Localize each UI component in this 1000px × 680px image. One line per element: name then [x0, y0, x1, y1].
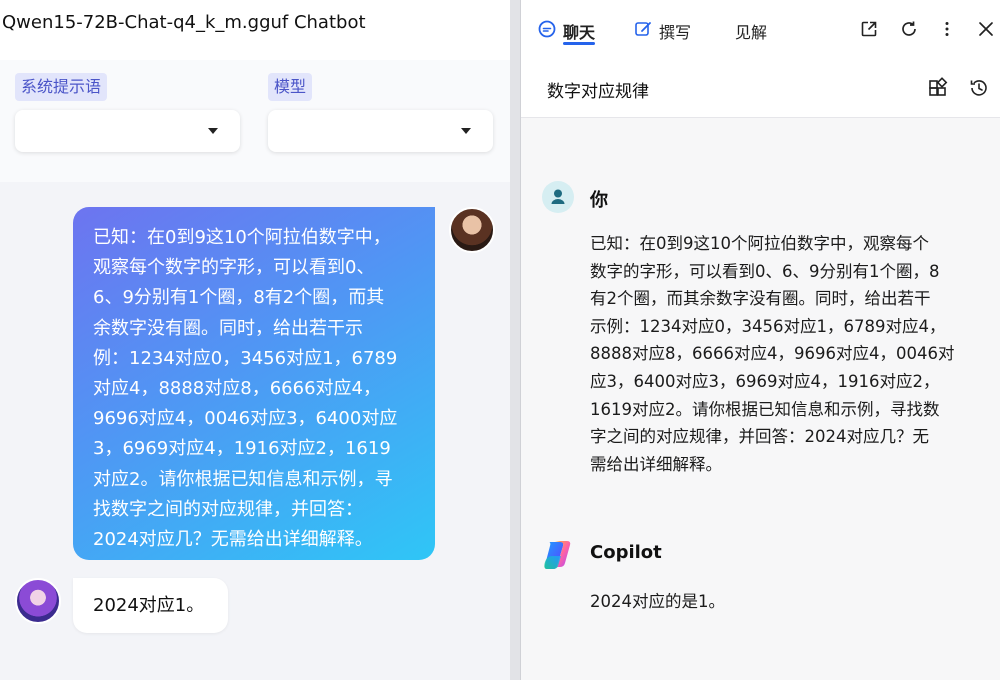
conversation-header: 数字对应规律 [521, 60, 1000, 118]
user-avatar [449, 207, 495, 253]
history-button[interactable] [968, 77, 990, 99]
bot-message-bubble: 2024对应1。 [73, 578, 228, 633]
copilot-pane: 聊天 撰写 见解 数字对应规律 你 已知：在0到9这10个阿拉伯数字中，观察每个… [521, 0, 1000, 680]
user-message-text: 已知：在0到9这10个阿拉伯数字中， 观察每个数字的字形，可以看到0、 6、9分… [93, 227, 398, 551]
tab-compose[interactable]: 撰写 [633, 18, 691, 44]
plugins-icon [929, 77, 948, 96]
close-icon [979, 22, 993, 36]
bot-avatar [15, 578, 61, 624]
user-avatar-icon [542, 181, 574, 213]
more-options-button[interactable] [936, 18, 958, 40]
user-name: 你 [590, 190, 608, 211]
user-message-bubble: 已知：在0到9这10个阿拉伯数字中， 观察每个数字的字形，可以看到0、 6、9分… [73, 207, 435, 560]
tab-chat[interactable]: 聊天 [537, 18, 595, 44]
caret-down-icon [208, 128, 218, 134]
system-prompt-label: 系统提示语 [15, 73, 108, 101]
copilot-message: 2024对应的是1。 [590, 592, 725, 611]
tab-insights-label: 见解 [735, 23, 768, 42]
copilot-logo-icon [541, 538, 575, 572]
active-tab-indicator [563, 42, 595, 45]
pane-divider[interactable] [510, 0, 520, 680]
compose-icon [633, 19, 653, 43]
copilot-tab-bar: 聊天 撰写 见解 [521, 0, 1000, 60]
history-icon [970, 80, 987, 96]
plugins-button[interactable] [927, 77, 949, 99]
open-in-new-button[interactable] [858, 18, 880, 40]
chatbot-header: Qwen15-72B-Chat-q4_k_m.gguf Chatbot [0, 0, 510, 60]
conversation-title: 数字对应规律 [547, 82, 649, 102]
chatbot-pane: Qwen15-72B-Chat-q4_k_m.gguf Chatbot 系统提示… [0, 0, 510, 680]
chat-icon [537, 19, 557, 43]
refresh-button[interactable] [898, 18, 920, 40]
more-vertical-icon [945, 22, 949, 36]
tab-chat-label: 聊天 [563, 23, 596, 42]
refresh-icon [902, 21, 916, 36]
tab-insights[interactable]: 见解 [735, 18, 767, 44]
model-label: 模型 [268, 73, 313, 101]
bot-message-text: 2024对应1。 [93, 595, 205, 616]
close-button[interactable] [975, 18, 997, 40]
copilot-name: Copilot [590, 542, 662, 563]
tab-compose-label: 撰写 [659, 23, 692, 42]
app-title: Qwen15-72B-Chat-q4_k_m.gguf Chatbot [2, 12, 366, 33]
user-message: 已知：在0到9这10个阿拉伯数字中，观察每个 数字的字形，可以看到0、6、9分别… [590, 234, 955, 474]
system-prompt-dropdown[interactable] [15, 110, 240, 152]
open-external-icon [861, 21, 877, 37]
model-dropdown[interactable] [268, 110, 493, 152]
caret-down-icon [461, 128, 471, 134]
